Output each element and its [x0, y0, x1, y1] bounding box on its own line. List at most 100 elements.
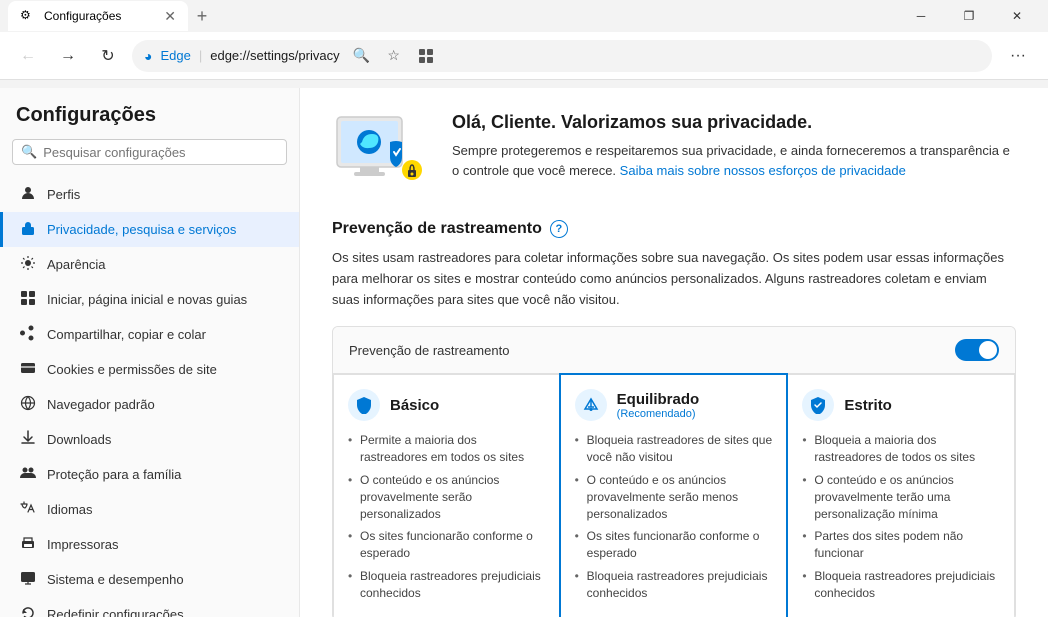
address-url: edge://settings/privacy: [210, 48, 339, 63]
sidebar-item-label-privacidade: Privacidade, pesquisa e serviços: [47, 222, 236, 237]
card-balanced[interactable]: Equilibrado (Recomendado) Bloqueia rastr…: [559, 373, 789, 617]
idiomas-icon: [19, 500, 37, 519]
sistema-icon: [19, 570, 37, 589]
card-balanced-bullets: Bloqueia rastreadores de sites que você …: [575, 429, 773, 604]
address-separator: |: [199, 48, 202, 63]
card-basic-bullet-1: O conteúdo e os anúncios provavelmente s…: [348, 469, 546, 525]
protecao-icon: [19, 465, 37, 484]
sidebar-search-box[interactable]: 🔍: [12, 139, 287, 165]
sidebar-item-cookies[interactable]: Cookies e permissões de site: [0, 352, 299, 387]
tab-title: Configurações: [44, 9, 156, 23]
edge-icon: ◕: [144, 48, 152, 64]
tab-close-button[interactable]: ✕: [164, 8, 176, 25]
sidebar-item-perfis[interactable]: Perfis: [0, 177, 299, 212]
cookies-icon: [19, 360, 37, 379]
sidebar-item-navegador[interactable]: Navegador padrão: [0, 387, 299, 422]
card-basic-icon: [348, 389, 380, 421]
card-balanced-bullet-3: Bloqueia rastreadores prejudiciais conhe…: [575, 565, 773, 605]
impressoras-icon: [19, 535, 37, 554]
compartilhar-icon: [19, 325, 37, 344]
card-basic-bullet-3: Bloqueia rastreadores prejudiciais conhe…: [348, 565, 546, 605]
sidebar-item-compartilhar[interactable]: Compartilhar, copiar e colar: [0, 317, 299, 352]
main-layout: Configurações 🔍 Perfis Privacidade, pesq…: [0, 88, 1048, 617]
sidebar-item-label-perfis: Perfis: [47, 187, 80, 202]
card-balanced-header: Equilibrado (Recomendado): [575, 389, 773, 421]
card-balanced-icon: [575, 389, 607, 421]
sidebar-item-label-impressoras: Impressoras: [47, 537, 119, 552]
sidebar: Configurações 🔍 Perfis Privacidade, pesq…: [0, 88, 300, 617]
welcome-illustration: [332, 112, 432, 192]
content-area: Olá, Cliente. Valorizamos sua privacidad…: [300, 88, 1048, 617]
more-button[interactable]: ···: [1000, 38, 1036, 74]
card-balanced-bullet-1: O conteúdo e os anúncios provavelmente s…: [575, 469, 773, 525]
perfis-icon: [19, 185, 37, 204]
sidebar-item-label-idiomas: Idiomas: [47, 502, 93, 517]
navegador-icon: [19, 395, 37, 414]
address-box[interactable]: ◕ Edge | edge://settings/privacy 🔍 ☆: [132, 40, 992, 72]
sidebar-item-privacidade[interactable]: Privacidade, pesquisa e serviços: [0, 212, 299, 247]
tracking-box-header: Prevenção de rastreamento: [333, 327, 1015, 374]
privacidade-icon: [19, 220, 37, 239]
sidebar-item-downloads[interactable]: Downloads: [0, 422, 299, 457]
minimize-button[interactable]: ─: [898, 0, 944, 32]
sidebar-item-idiomas[interactable]: Idiomas: [0, 492, 299, 527]
tracking-section-desc: Os sites usam rastreadores para coletar …: [332, 248, 1016, 310]
active-tab[interactable]: ⚙ Configurações ✕: [8, 1, 188, 31]
card-strict-bullet-0: Bloqueia a maioria dos rastreadores de t…: [802, 429, 1000, 469]
card-strict-bullets: Bloqueia a maioria dos rastreadores de t…: [802, 429, 1000, 604]
sidebar-item-label-aparencia: Aparência: [47, 257, 106, 272]
sidebar-title: Configurações: [0, 104, 299, 139]
new-tab-button[interactable]: +: [188, 2, 216, 30]
titlebar: ⚙ Configurações ✕ + ─ ❐ ✕: [0, 0, 1048, 32]
tracking-help-icon[interactable]: ?: [550, 220, 568, 238]
tab-favicon: ⚙: [20, 8, 36, 24]
card-balanced-bullet-2: Os sites funcionarão conforme o esperado: [575, 525, 773, 565]
card-basic-title: Básico: [390, 397, 439, 414]
refresh-button[interactable]: ↻: [92, 40, 124, 72]
card-balanced-bullet-0: Bloqueia rastreadores de sites que você …: [575, 429, 773, 469]
sidebar-item-inicio[interactable]: Iniciar, página inicial e novas guias: [0, 282, 299, 317]
welcome-text: Olá, Cliente. Valorizamos sua privacidad…: [452, 112, 1016, 180]
tracking-cards-row: Básico Permite a maioria dos rastreadore…: [333, 374, 1015, 617]
sidebar-item-impressoras[interactable]: Impressoras: [0, 527, 299, 562]
address-actions: 🔍 ☆: [348, 42, 440, 70]
card-strict-icon: [802, 389, 834, 421]
favorites-button[interactable]: ☆: [380, 42, 408, 70]
back-button[interactable]: ←: [12, 40, 44, 72]
window-controls: ─ ❐ ✕: [898, 0, 1040, 32]
sidebar-search-input[interactable]: [43, 145, 278, 160]
downloads-icon: [19, 430, 37, 449]
card-basic[interactable]: Básico Permite a maioria dos rastreadore…: [333, 374, 560, 617]
card-strict-bullet-3: Bloqueia rastreadores prejudiciais conhe…: [802, 565, 1000, 605]
tracking-section-title: Prevenção de rastreamento ?: [332, 220, 1016, 238]
forward-button[interactable]: →: [52, 40, 84, 72]
card-strict[interactable]: Estrito Bloqueia a maioria dos rastreado…: [787, 374, 1015, 617]
close-button[interactable]: ✕: [994, 0, 1040, 32]
toolbar-actions: ···: [1000, 38, 1036, 74]
search-button[interactable]: 🔍: [348, 42, 376, 70]
sidebar-item-label-compartilhar: Compartilhar, copiar e colar: [47, 327, 206, 342]
sidebar-item-sistema[interactable]: Sistema e desempenho: [0, 562, 299, 597]
sidebar-item-label-redefinir: Redefinir configurações: [47, 607, 184, 617]
tracking-toggle[interactable]: [955, 339, 999, 361]
card-strict-bullet-1: O conteúdo e os anúncios provavelmente t…: [802, 469, 1000, 525]
sidebar-item-protecao[interactable]: Proteção para a família: [0, 457, 299, 492]
addressbar: ← → ↻ ◕ Edge | edge://settings/privacy 🔍…: [0, 32, 1048, 80]
restore-button[interactable]: ❐: [946, 0, 992, 32]
card-basic-bullets: Permite a maioria dos rastreadores em to…: [348, 429, 546, 604]
collections-button[interactable]: [412, 42, 440, 70]
sidebar-item-label-sistema: Sistema e desempenho: [47, 572, 184, 587]
redefinir-icon: [19, 605, 37, 617]
tracking-box-label: Prevenção de rastreamento: [349, 343, 509, 358]
welcome-link[interactable]: Saiba mais sobre nossos esforços de priv…: [620, 163, 906, 178]
card-strict-title: Estrito: [844, 397, 892, 414]
card-balanced-title-group: Equilibrado (Recomendado): [617, 391, 700, 420]
card-strict-header: Estrito: [802, 389, 1000, 421]
card-strict-bullet-2: Partes dos sites podem não funcionar: [802, 525, 1000, 565]
sidebar-item-label-inicio: Iniciar, página inicial e novas guias: [47, 292, 247, 307]
sidebar-item-redefinir[interactable]: Redefinir configurações: [0, 597, 299, 617]
sidebar-item-aparencia[interactable]: Aparência: [0, 247, 299, 282]
sidebar-item-label-downloads: Downloads: [47, 432, 111, 447]
top-strip: [0, 80, 1048, 88]
aparencia-icon: [19, 255, 37, 274]
